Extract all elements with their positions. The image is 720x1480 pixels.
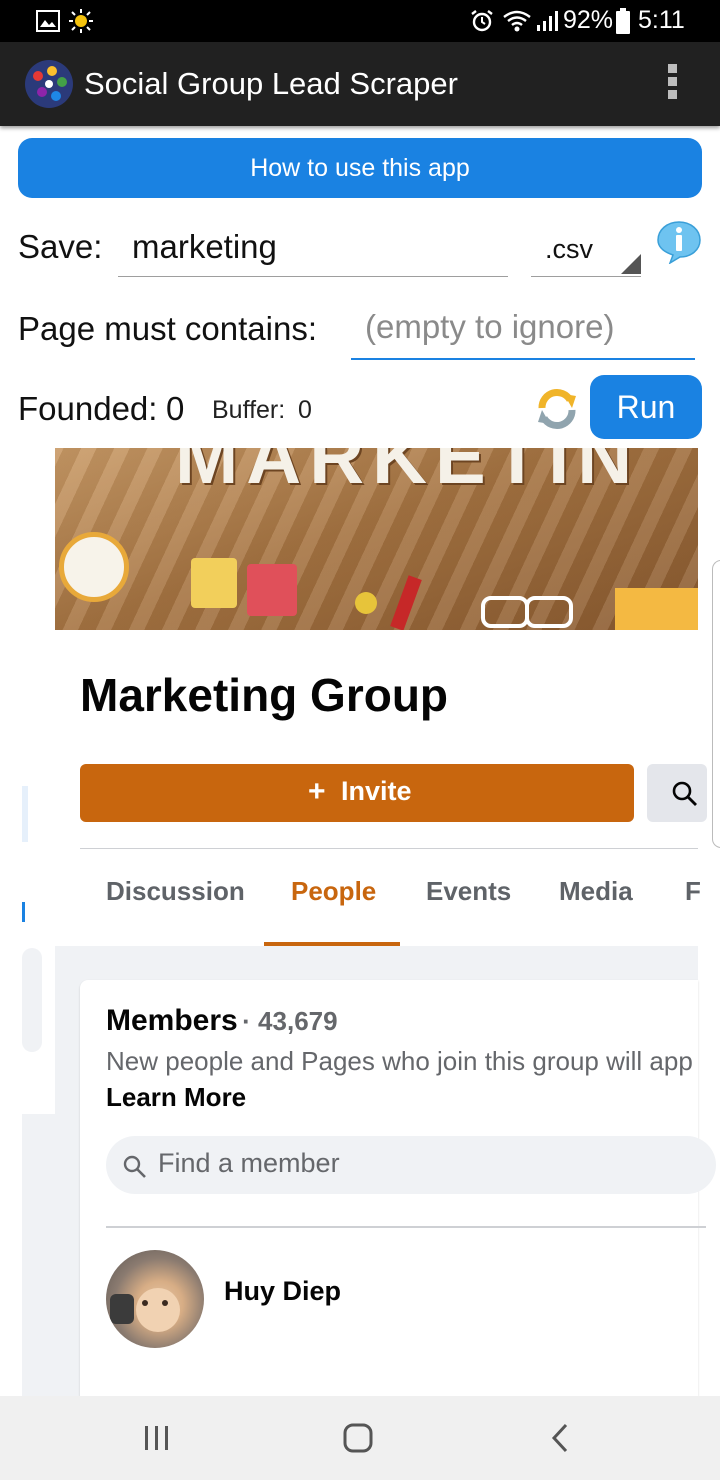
- members-count: · 43,679: [242, 1006, 338, 1036]
- member-name[interactable]: Huy Diep: [224, 1276, 341, 1307]
- invite-label: Invite: [341, 776, 412, 806]
- app-logo-icon: [25, 60, 73, 108]
- avatar[interactable]: [106, 1250, 204, 1348]
- members-description: New people and Pages who join this group…: [106, 1046, 693, 1076]
- founded-label: Founded:: [18, 390, 158, 427]
- sun-icon: [69, 9, 93, 33]
- tab-media[interactable]: Media: [559, 876, 633, 907]
- members-card: Members · 43,679 New people and Pages wh…: [80, 980, 716, 1396]
- group-search-button[interactable]: [647, 764, 707, 822]
- cover-note-yellow: [191, 558, 237, 608]
- cover-text: MARKETIN: [175, 448, 641, 500]
- buffer-value: 0: [298, 396, 312, 424]
- clock: 5:11: [638, 6, 685, 34]
- cover-coin: [355, 592, 377, 614]
- battery-icon: [616, 8, 630, 34]
- back-icon[interactable]: [548, 1422, 572, 1454]
- dropdown-arrow-icon: [621, 254, 641, 274]
- how-to-use-button[interactable]: How to use this app: [18, 138, 702, 198]
- more-vert-icon[interactable]: [660, 64, 684, 104]
- web-view[interactable]: MARKETIN Marketing Group + Invite Discus…: [0, 448, 720, 1396]
- group-name: Marketing Group: [80, 669, 449, 721]
- cover-box: [615, 588, 698, 630]
- status-bar: 92% 5:11: [0, 0, 720, 42]
- save-label: Save:: [18, 228, 103, 265]
- tab-discussion[interactable]: Discussion: [106, 876, 245, 907]
- background-panel-card: [22, 948, 42, 1052]
- buffer-label: Buffer:: [212, 396, 286, 424]
- run-button[interactable]: Run: [590, 375, 702, 439]
- divider: [80, 848, 698, 849]
- cover-note-red: [247, 564, 297, 616]
- tab-people[interactable]: People: [291, 876, 376, 907]
- cover-image: MARKETIN: [55, 448, 698, 630]
- extension-select[interactable]: .csv: [531, 224, 641, 277]
- home-icon[interactable]: [342, 1422, 374, 1454]
- alarm-icon: [471, 10, 493, 32]
- cover-glasses-left: [481, 596, 529, 628]
- page-contains-field[interactable]: [351, 304, 695, 360]
- signal-icon: [537, 11, 558, 31]
- invite-button[interactable]: + Invite: [80, 764, 634, 822]
- app-title: Social Group Lead Scraper: [84, 66, 458, 101]
- app-bar: Social Group Lead Scraper: [0, 42, 720, 126]
- cover-glasses-right: [525, 596, 573, 628]
- cover-clock: [59, 532, 129, 602]
- members-heading: Members: [106, 1004, 238, 1037]
- edge-handle[interactable]: [712, 560, 720, 848]
- members-divider: [106, 1226, 706, 1228]
- tab-events[interactable]: Events: [426, 876, 511, 907]
- page-contains-label: Page must contains:: [18, 310, 317, 347]
- extension-value: .csv: [545, 234, 594, 264]
- battery-percent: 92%: [563, 6, 614, 34]
- members-header: Members · 43,679: [106, 1004, 338, 1038]
- find-member-search[interactable]: Find a member: [106, 1136, 716, 1194]
- group-page: MARKETIN Marketing Group + Invite Discus…: [55, 448, 716, 1396]
- find-member-placeholder: Find a member: [158, 1148, 340, 1178]
- recent-apps-icon[interactable]: [142, 1424, 172, 1452]
- info-icon[interactable]: [656, 220, 702, 264]
- save-filename-field[interactable]: marketing: [118, 224, 508, 277]
- navigation-bar: [0, 1396, 720, 1480]
- refresh-icon[interactable]: [534, 386, 580, 432]
- wifi-icon: [503, 10, 531, 32]
- tab-more[interactable]: F: [685, 876, 701, 907]
- plus-icon: +: [308, 775, 326, 808]
- gallery-icon: [36, 10, 60, 32]
- search-icon: [123, 1155, 146, 1178]
- background-panel-highlight: [22, 786, 28, 842]
- background-panel-marker: [22, 902, 25, 922]
- save-filename-value: marketing: [132, 228, 277, 265]
- page-contains-input[interactable]: [365, 308, 685, 346]
- learn-more-link[interactable]: Learn More: [106, 1082, 246, 1113]
- search-icon: [672, 781, 697, 806]
- founded-value: 0: [166, 390, 185, 427]
